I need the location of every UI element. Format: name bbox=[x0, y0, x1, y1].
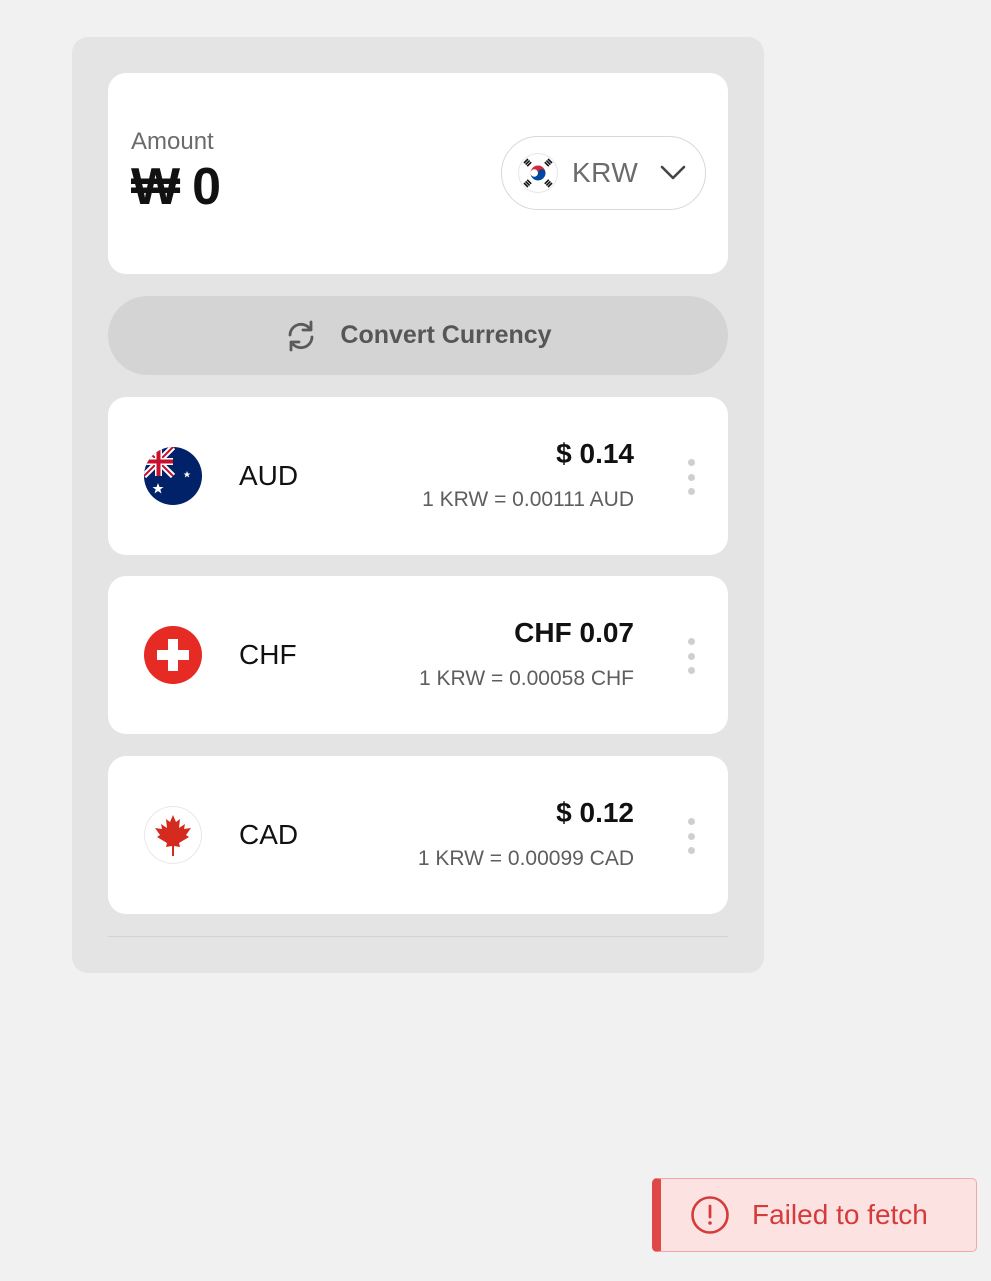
rate-card-aud: AUD $ 0.14 1 KRW = 0.00111 AUD bbox=[108, 397, 728, 555]
convert-currency-label: Convert Currency bbox=[340, 321, 552, 349]
alert-circle-icon bbox=[690, 1195, 730, 1235]
more-options-icon[interactable] bbox=[686, 459, 696, 495]
amount-value-display[interactable]: ₩ 0 bbox=[131, 161, 221, 213]
currency-code: AUD bbox=[239, 460, 299, 491]
error-toast[interactable]: Failed to fetch bbox=[652, 1178, 977, 1252]
currency-code: CHF bbox=[239, 639, 297, 670]
amount-card: Amount ₩ 0 KRW bbox=[108, 73, 728, 274]
rate-card-cad: CAD $ 0.12 1 KRW = 0.00099 CAD bbox=[108, 756, 728, 914]
divider bbox=[108, 936, 728, 937]
converted-amount: CHF 0.07 bbox=[514, 617, 634, 648]
converted-amount: $ 0.14 bbox=[556, 438, 634, 469]
toast-message: Failed to fetch bbox=[752, 1199, 928, 1230]
canada-flag-icon bbox=[144, 806, 202, 864]
amount-label: Amount bbox=[131, 128, 214, 155]
exchange-rate: 1 KRW = 0.00111 AUD bbox=[422, 488, 634, 511]
currency-select[interactable]: KRW bbox=[501, 136, 706, 210]
currency-code: CAD bbox=[239, 819, 299, 850]
chevron-down-icon bbox=[660, 165, 686, 181]
more-options-icon[interactable] bbox=[686, 818, 696, 854]
south-korea-flag-icon bbox=[518, 153, 558, 193]
more-options-icon[interactable] bbox=[686, 638, 696, 674]
converted-amount: $ 0.12 bbox=[556, 797, 634, 828]
exchange-rate: 1 KRW = 0.00099 CAD bbox=[417, 847, 634, 870]
converter-panel: Amount ₩ 0 KRW Convert Currency AUD $ 0.… bbox=[72, 37, 764, 973]
refresh-icon bbox=[284, 319, 318, 353]
amount-currency-symbol: ₩ bbox=[131, 158, 181, 216]
amount-value: 0 bbox=[192, 158, 222, 216]
australia-flag-icon bbox=[144, 447, 202, 505]
selected-currency-code: KRW bbox=[572, 157, 639, 188]
switzerland-flag-icon bbox=[144, 626, 202, 684]
convert-currency-button[interactable]: Convert Currency bbox=[108, 296, 728, 375]
rate-card-chf: CHF CHF 0.07 1 KRW = 0.00058 CHF bbox=[108, 576, 728, 734]
exchange-rate: 1 KRW = 0.00058 CHF bbox=[419, 667, 634, 690]
